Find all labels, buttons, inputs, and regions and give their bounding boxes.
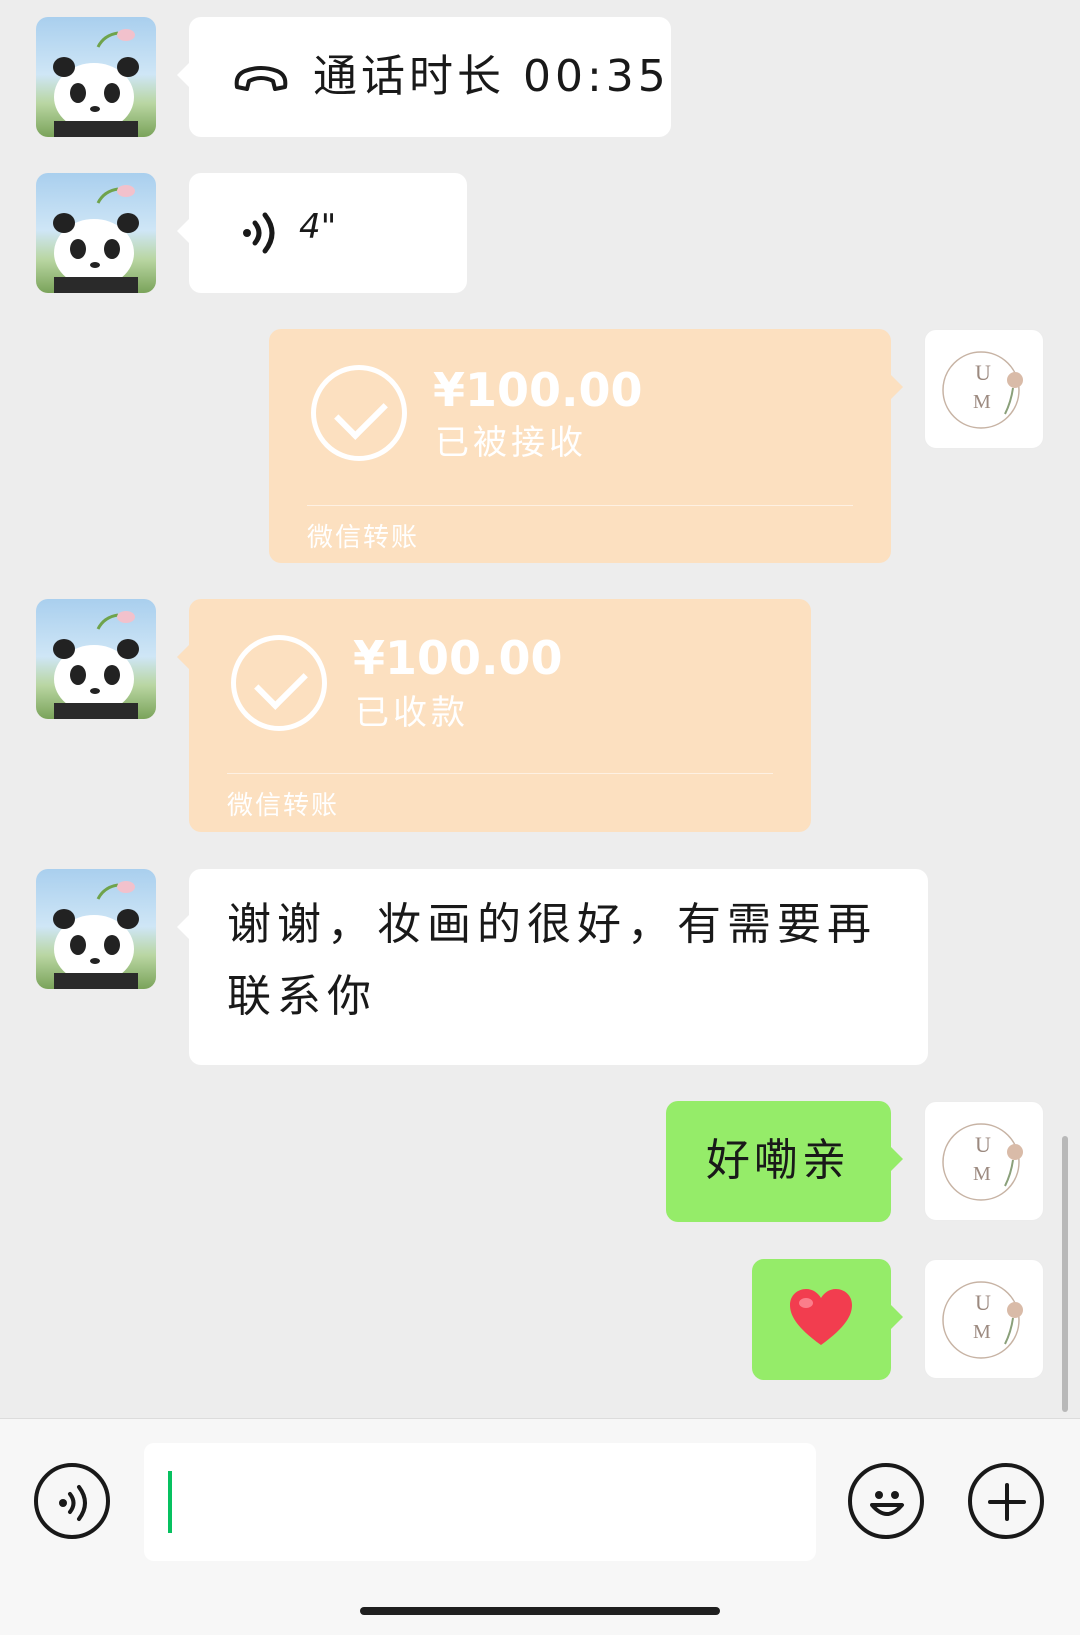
- home-indicator: [360, 1607, 720, 1615]
- plus-icon: [988, 1483, 1026, 1521]
- check-circle-icon: [311, 365, 407, 461]
- transfer-divider: [307, 505, 853, 506]
- text-cursor: [168, 1471, 172, 1533]
- um-logo-icon: U M: [942, 1123, 1023, 1201]
- message-input[interactable]: [144, 1443, 816, 1561]
- voice-toggle-button[interactable]: [34, 1463, 110, 1539]
- svg-text:M: M: [973, 391, 991, 413]
- avatar-self[interactable]: U M: [924, 329, 1044, 449]
- transfer-amount: ¥100.00: [433, 363, 643, 417]
- transfer-status: 已被接收: [435, 423, 587, 463]
- more-actions-button[interactable]: [968, 1463, 1044, 1539]
- voice-duration: 4": [299, 207, 337, 247]
- call-duration-bubble[interactable]: 通话时长 00:35: [177, 17, 671, 137]
- transfer-sent-bubble[interactable]: ¥100.00 已被接收 微信转账: [269, 329, 903, 563]
- emoji-button[interactable]: [848, 1463, 924, 1539]
- heart-message-bubble[interactable]: [752, 1259, 903, 1380]
- avatar-contact[interactable]: [36, 869, 156, 989]
- svg-text:M: M: [973, 1321, 991, 1343]
- emoji-icon: [870, 1491, 904, 1516]
- avatar-contact[interactable]: [36, 173, 156, 293]
- svg-text:U: U: [975, 360, 991, 385]
- avatar-contact[interactable]: [36, 17, 156, 137]
- panda-avatar-icon: [53, 185, 139, 293]
- heart-icon: [790, 1289, 852, 1345]
- um-logo-icon: U M: [942, 351, 1023, 429]
- thanks-message-bubble[interactable]: 谢谢，妆画的很好，有需要再联系你: [177, 869, 928, 1065]
- svg-text:M: M: [973, 1163, 991, 1185]
- reply-message-text: 好嘞亲: [706, 1135, 850, 1186]
- svg-text:U: U: [975, 1290, 991, 1315]
- panda-avatar-icon: [53, 881, 139, 989]
- panda-avatar-icon: [53, 29, 139, 137]
- check-circle-icon: [231, 635, 327, 731]
- transfer-amount: ¥100.00: [353, 631, 563, 685]
- svg-text:U: U: [975, 1132, 991, 1157]
- transfer-received-bubble[interactable]: ¥100.00 已收款 微信转账: [177, 599, 811, 832]
- voice-wave-icon: [243, 212, 275, 254]
- transfer-divider: [227, 773, 773, 774]
- avatar-contact[interactable]: [36, 599, 156, 719]
- avatar-self[interactable]: U M: [924, 1259, 1044, 1379]
- um-logo-icon: U M: [942, 1281, 1023, 1359]
- phone-hangup-icon: [234, 66, 288, 91]
- avatar-self[interactable]: U M: [924, 1101, 1044, 1221]
- call-duration-text: 通话时长 00:35: [313, 51, 670, 102]
- voice-message-bubble[interactable]: 4": [177, 173, 467, 293]
- reply-message-bubble[interactable]: 好嘞亲: [666, 1101, 903, 1222]
- input-bar: [0, 1418, 1080, 1635]
- transfer-footer: 微信转账: [307, 523, 420, 553]
- transfer-status: 已收款: [355, 693, 469, 733]
- transfer-footer: 微信转账: [227, 791, 340, 821]
- scrollbar-thumb[interactable]: [1062, 1136, 1068, 1412]
- panda-avatar-icon: [53, 611, 139, 719]
- thanks-message-text: 谢谢，妆画的很好，有需要再联系你: [227, 899, 877, 1022]
- voice-icon: [59, 1485, 87, 1521]
